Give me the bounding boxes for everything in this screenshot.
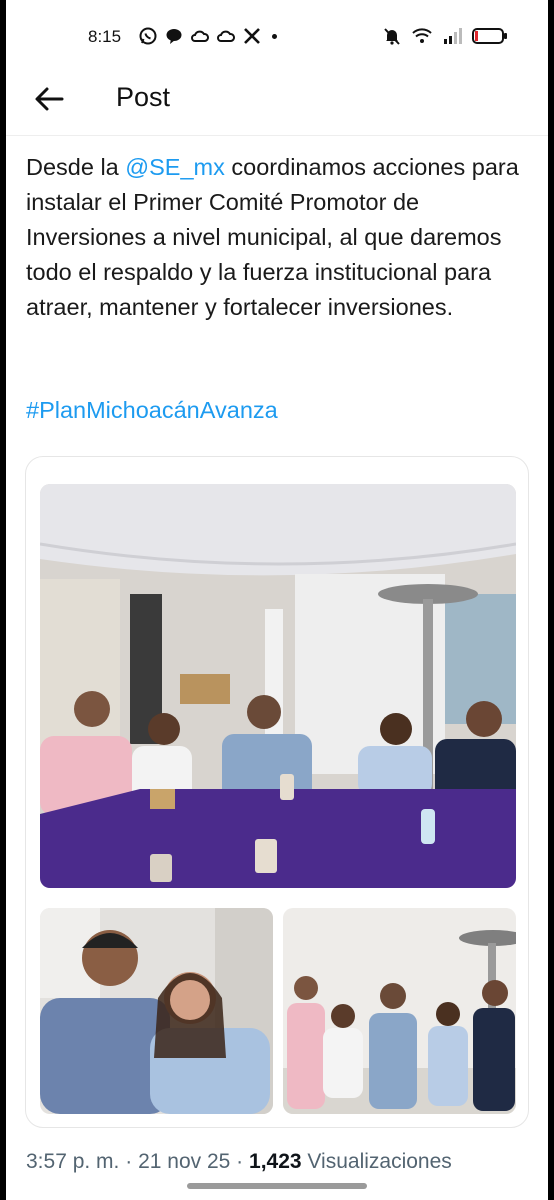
chat-icon bbox=[166, 29, 182, 44]
post-time: 3:57 p. m. bbox=[26, 1150, 120, 1173]
status-time: 8:15 bbox=[88, 27, 122, 46]
hashtag-link[interactable]: #PlanMichoacánAvanza bbox=[26, 397, 278, 424]
group-photo[interactable] bbox=[283, 908, 516, 1114]
mute-icon bbox=[384, 28, 400, 45]
back-arrow-icon[interactable] bbox=[32, 82, 66, 116]
views-count: 1,423 bbox=[249, 1150, 302, 1173]
x-icon bbox=[244, 28, 260, 44]
wifi-icon bbox=[412, 28, 432, 43]
meta-separator: · bbox=[236, 1150, 244, 1173]
portrait-photo[interactable] bbox=[40, 908, 273, 1114]
system-icons bbox=[382, 26, 508, 46]
media-card bbox=[25, 456, 529, 1128]
whatsapp-icon bbox=[139, 27, 157, 45]
signal-icon bbox=[444, 28, 462, 44]
cloud-icon bbox=[217, 30, 235, 42]
post-meta: 3:57 p. m. · 21 nov 25 · 1,423 Visualiza… bbox=[26, 1150, 452, 1174]
screen: 8:15 Post Desde la @SE_mx coordinamos ac… bbox=[6, 0, 548, 1200]
page-title: Post bbox=[116, 82, 171, 112]
meta-separator: · bbox=[125, 1150, 133, 1173]
notification-icons bbox=[138, 26, 277, 46]
views-label: Visualizaciones bbox=[307, 1150, 452, 1173]
post-date: 21 nov 25 bbox=[138, 1150, 231, 1173]
app-header: Post bbox=[6, 72, 548, 136]
mention-link[interactable]: @SE_mx bbox=[125, 154, 225, 180]
meeting-photo[interactable] bbox=[40, 484, 516, 888]
post-text-intro: Desde la bbox=[26, 154, 126, 180]
status-bar: 8:15 bbox=[6, 0, 548, 72]
home-indicator[interactable] bbox=[187, 1183, 367, 1189]
dot-icon bbox=[272, 33, 277, 39]
cloud-icon bbox=[191, 30, 209, 42]
battery-icon bbox=[472, 28, 507, 44]
post-text: Desde la @SE_mx coordinamos acciones par… bbox=[26, 150, 538, 325]
